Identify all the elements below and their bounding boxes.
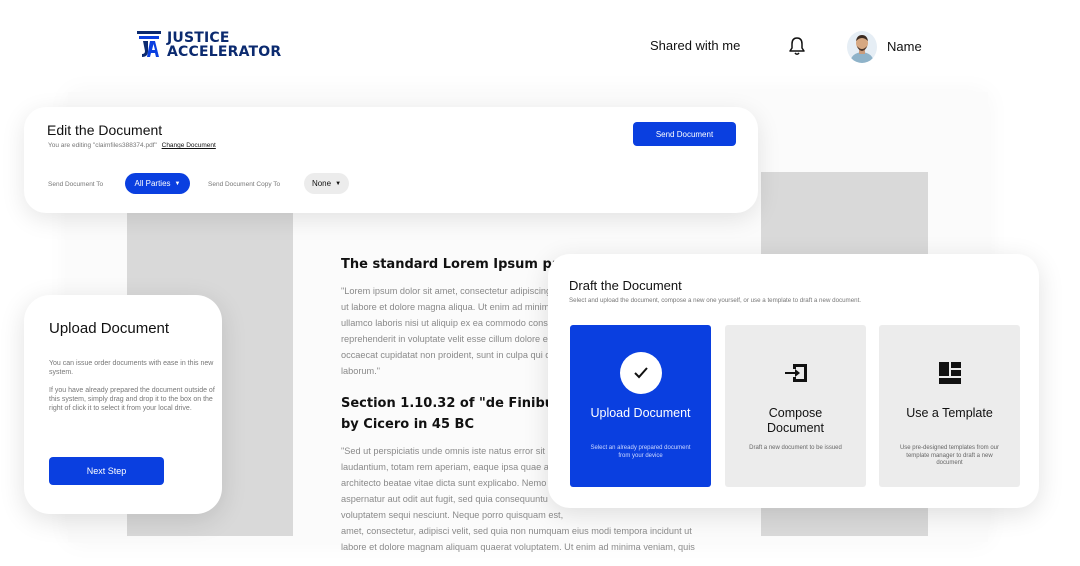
option-upload-document[interactable]: Upload Document Select an already prepar… (570, 325, 711, 487)
upload-document-card: Upload Document You can issue order docu… (24, 295, 222, 514)
upload-card-title: Upload Document (49, 320, 170, 337)
paragraph-line: amet, consectetur, adipisci velit, sed q… (341, 526, 692, 536)
caret-down-icon: ▼ (174, 180, 181, 187)
page: JUSTICE ACCELERATOR Shared with me Name … (0, 0, 1080, 566)
send-to-label: Send Document To (48, 181, 104, 188)
compose-icon (775, 352, 817, 394)
change-document-link[interactable]: Change Document (162, 142, 216, 149)
brand-logo[interactable]: JUSTICE ACCELERATOR (137, 31, 281, 59)
option-compose-document[interactable]: Compose Document Draft a new document to… (725, 325, 866, 487)
copy-to-value: None (311, 179, 332, 188)
editing-file-info: You are editing "claimfiles388374.pdf" C… (48, 142, 216, 149)
check-icon (619, 352, 662, 394)
option-title: Upload Document (590, 406, 691, 420)
option-use-template[interactable]: Use a Template Use pre-designed template… (879, 325, 1020, 487)
brand-line-2: ACCELERATOR (167, 44, 282, 60)
draft-card-subtitle: Select and upload the document, compose … (569, 297, 862, 304)
caret-down-icon: ▼ (335, 180, 342, 187)
bell-icon[interactable] (788, 36, 806, 56)
user-name[interactable]: Name (887, 39, 922, 54)
editing-file-text: You are editing "claimfiles388374.pdf" (48, 142, 157, 149)
next-step-button[interactable]: Next Step (49, 457, 164, 485)
template-icon (929, 352, 971, 394)
avatar[interactable] (847, 31, 877, 63)
option-title: Compose Document (767, 406, 824, 435)
draft-card-title: Draft the Document (569, 278, 682, 293)
brand-name: JUSTICE ACCELERATOR (167, 31, 281, 59)
send-document-button[interactable]: Send Document (633, 122, 736, 146)
paragraph-line: voluptatem sequi nesciunt. Neque porro q… (341, 510, 564, 520)
avatar-image (847, 31, 877, 63)
paragraph-line: labore et dolore magnam aliquam quaerat … (341, 542, 695, 552)
option-description: Select an already prepared document from… (590, 445, 691, 459)
nav-shared-with-me[interactable]: Shared with me (650, 38, 740, 53)
justice-logo-icon (137, 31, 161, 57)
brand-line-1: JUSTICE (167, 30, 230, 46)
option-description: Draft a new document to be issued (749, 445, 842, 451)
upload-intro-text: You can issue order documents with ease … (49, 360, 214, 376)
option-title: Use a Template (906, 406, 993, 420)
edit-card-title: Edit the Document (47, 122, 163, 138)
option-description: Use pre-designed templates from our temp… (899, 445, 1000, 466)
upload-instructions-text: If you have already prepared the documen… (49, 387, 215, 412)
copy-to-label: Send Document Copy To (208, 181, 281, 188)
send-to-dropdown[interactable]: All Parties ▼ (125, 173, 190, 194)
send-to-value: All Parties (134, 179, 171, 188)
edit-document-card: Edit the Document You are editing "claim… (24, 107, 758, 213)
draft-document-card: Draft the Document Select and upload the… (548, 254, 1039, 508)
copy-to-dropdown[interactable]: None ▼ (304, 173, 349, 194)
